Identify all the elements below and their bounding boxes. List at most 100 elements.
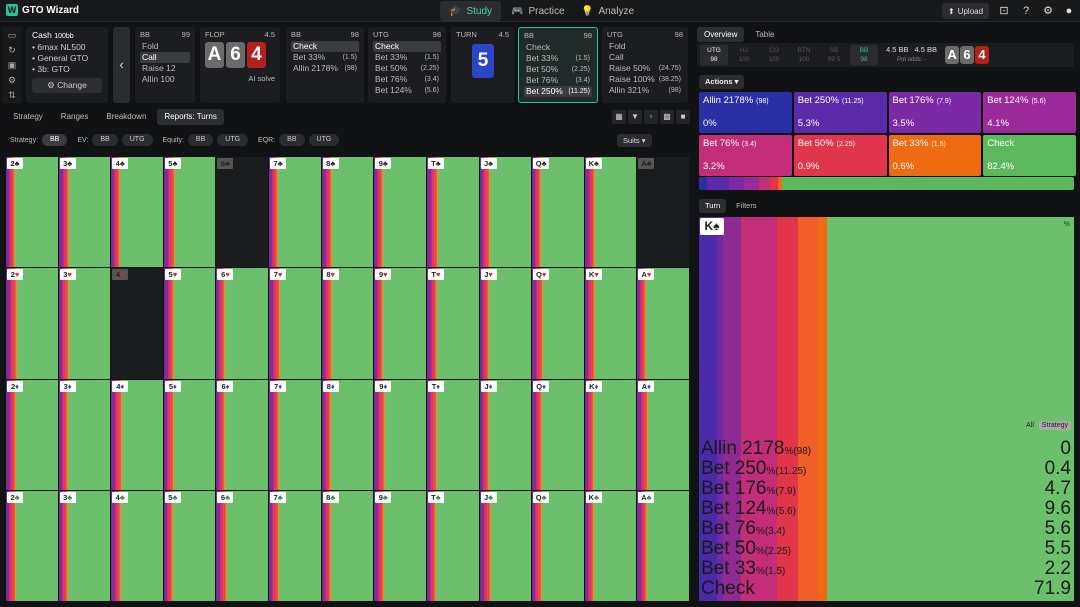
toggle-strategy[interactable]: Strategy xyxy=(1038,421,1071,430)
turn-cell[interactable]: T♣ xyxy=(426,490,479,601)
eqr-utg-pill[interactable]: UTG xyxy=(308,134,340,146)
turn-cell[interactable]: Q♦ xyxy=(532,379,584,490)
history-column[interactable]: BB 98 Check Bet 33% (1.5) Allin 2178% (98) xyxy=(286,27,364,103)
turn-cell[interactable]: A♣ xyxy=(637,157,689,268)
screenshot-icon[interactable]: ⊡ xyxy=(996,3,1012,19)
subtab-0[interactable]: Strategy xyxy=(6,109,50,125)
ev-utg-pill[interactable]: UTG xyxy=(121,134,153,146)
history-option[interactable]: Check xyxy=(291,41,359,52)
turn-cell[interactable]: 3♦ xyxy=(58,379,111,490)
ai-solve-button[interactable]: AI solve xyxy=(205,74,275,83)
turn-cell[interactable]: 9♦ xyxy=(374,379,426,490)
action-card[interactable]: Check 82.4% xyxy=(983,135,1076,176)
action-card[interactable]: Bet 250% (11.25) 5.3% xyxy=(793,92,887,133)
turn-cell[interactable]: 2♥ xyxy=(6,268,58,379)
turn-cell[interactable]: 6♣ xyxy=(216,490,269,601)
turn-cell[interactable]: 8♦ xyxy=(321,379,374,490)
help-icon[interactable]: ? xyxy=(1018,3,1034,19)
turn-cell[interactable]: 8♣ xyxy=(321,157,374,268)
history-option[interactable]: Bet 33% (1.5) xyxy=(524,53,592,64)
turn-cell[interactable]: 9♥ xyxy=(374,268,426,379)
turn-cell[interactable]: K♦ xyxy=(584,379,637,490)
history-option[interactable]: Raise 12 xyxy=(140,63,190,74)
history-option[interactable]: Check xyxy=(373,41,441,52)
action-card[interactable]: Bet 76% (3.4) 3.2% xyxy=(699,135,792,176)
history-option[interactable]: Allin 321% (98) xyxy=(607,85,683,96)
turn-cell[interactable]: T♣ xyxy=(426,157,479,268)
turn-cell[interactable]: 2♣ xyxy=(6,157,58,268)
history-option[interactable]: Bet 50% (2.25) xyxy=(373,63,441,74)
action-card[interactable]: Bet 50% (2.25) 0.9% xyxy=(793,135,887,176)
upload-button[interactable]: ⬆ Upload xyxy=(942,3,990,19)
history-option[interactable]: Raise 50% (24.75) xyxy=(607,63,683,74)
history-option[interactable]: Bet 50% (2.25) xyxy=(524,64,592,75)
action-card[interactable]: Bet 176% (7.9) 3.5% xyxy=(888,92,982,133)
tab-overview[interactable]: Overview xyxy=(697,27,745,42)
file-icon[interactable]: ▭ xyxy=(8,29,17,41)
history-column[interactable]: UTG 98 Fold Call Raise 50% (24.75) Raise 100%(… xyxy=(602,27,688,103)
save-icon[interactable]: ▣ xyxy=(8,59,17,71)
turn-cell[interactable]: K♣ xyxy=(584,490,637,601)
position-4[interactable]: SB 99.5 xyxy=(820,45,848,65)
history-option[interactable]: Raise 100% (38.25) xyxy=(607,74,683,85)
turn-cell[interactable]: 6♣ xyxy=(216,157,269,268)
turn-cell[interactable]: 3♥ xyxy=(58,268,111,379)
tiles-icon[interactable]: ▩ xyxy=(660,110,674,124)
turn-cell[interactable]: 2♦ xyxy=(6,379,58,490)
turn-cell[interactable]: 8♣ xyxy=(321,490,374,601)
equity-bb-pill[interactable]: BB xyxy=(187,134,214,146)
turn-cell[interactable]: A♣ xyxy=(637,490,689,601)
turn-cell[interactable]: T♥ xyxy=(426,268,479,379)
history-column[interactable]: FLOP 4.5 A 6 4 AI solve xyxy=(200,27,280,103)
turn-cell[interactable]: 7♦ xyxy=(269,379,321,490)
back-button[interactable]: ‹ xyxy=(113,27,130,103)
turn-cell[interactable]: 3♣ xyxy=(58,490,111,601)
turn-cell[interactable]: K♣ xyxy=(584,157,637,268)
turn-cell[interactable]: J♣ xyxy=(479,490,532,601)
tab-study[interactable]: 🎓 Study xyxy=(440,1,502,21)
turn-cell[interactable]: 9♣ xyxy=(374,490,426,601)
turn-cell[interactable]: Q♣ xyxy=(532,157,584,268)
tab-analyze[interactable]: 💡 Analyze xyxy=(572,1,643,21)
grid-view-icon[interactable]: ▦ xyxy=(612,110,626,124)
history-option[interactable]: Fold xyxy=(607,41,683,52)
tab-filters[interactable]: Filters xyxy=(730,199,762,213)
position-3[interactable]: BTN 100 xyxy=(790,45,818,65)
position-1[interactable]: HJ 100 xyxy=(730,45,758,65)
turn-cell[interactable]: 5♥ xyxy=(163,268,216,379)
filter-icon[interactable]: ▼ xyxy=(628,110,642,124)
history-option[interactable]: Bet 76% (3.4) xyxy=(524,75,592,86)
history-option[interactable]: Call xyxy=(607,52,683,63)
turn-cell[interactable]: 4♣ xyxy=(111,157,163,268)
sort-icon[interactable]: ⇅ xyxy=(8,89,16,101)
ev-bb-pill[interactable]: BB xyxy=(92,134,118,146)
turn-cell[interactable]: Q♣ xyxy=(532,490,584,601)
turn-cell[interactable]: J♥ xyxy=(479,268,532,379)
subtab-2[interactable]: Breakdown xyxy=(99,109,153,125)
change-button[interactable]: ⚙ Change xyxy=(32,78,102,93)
account-icon[interactable]: ● xyxy=(1061,3,1077,19)
turn-cell[interactable]: 4♦ xyxy=(111,379,163,490)
turn-cell[interactable]: 7♣ xyxy=(269,490,321,601)
history-column[interactable]: BB 98 Check Bet 33% (1.5) Bet 50% (2.25) Bet 76… xyxy=(518,27,598,103)
suits-dropdown[interactable]: Suits ▾ xyxy=(617,134,652,147)
turn-cell[interactable]: 9♣ xyxy=(374,157,426,268)
history-column[interactable]: BB 99 Fold Call Raise 12 Allin 100 xyxy=(135,27,195,103)
turn-cell[interactable]: J♣ xyxy=(479,157,532,268)
turn-cell[interactable]: 4♥ xyxy=(111,268,163,379)
action-card[interactable]: Bet 33% (1.5) 0.6% xyxy=(888,135,982,176)
position-5[interactable]: BB 98 xyxy=(850,45,878,65)
settings-icon[interactable]: ⚙ xyxy=(8,74,16,86)
turn-cell[interactable]: 5♣ xyxy=(163,157,216,268)
turn-cell[interactable]: Q♥ xyxy=(532,268,584,379)
subtab-1[interactable]: Ranges xyxy=(54,109,96,125)
history-option[interactable]: Check xyxy=(524,42,592,53)
subtab-3[interactable]: Reports: Turns xyxy=(157,109,224,125)
tab-practice[interactable]: 🎮 Practice xyxy=(502,1,574,21)
turn-cell[interactable]: 5♦ xyxy=(163,379,216,490)
history-option[interactable]: Bet 33% (1.5) xyxy=(373,52,441,63)
turn-cell[interactable]: 2♣ xyxy=(6,490,58,601)
history-option[interactable]: Allin 2178% (98) xyxy=(291,63,359,74)
action-card[interactable]: Allin 2178% (98) 0% xyxy=(699,92,792,133)
turn-cell[interactable]: 6♦ xyxy=(216,379,269,490)
